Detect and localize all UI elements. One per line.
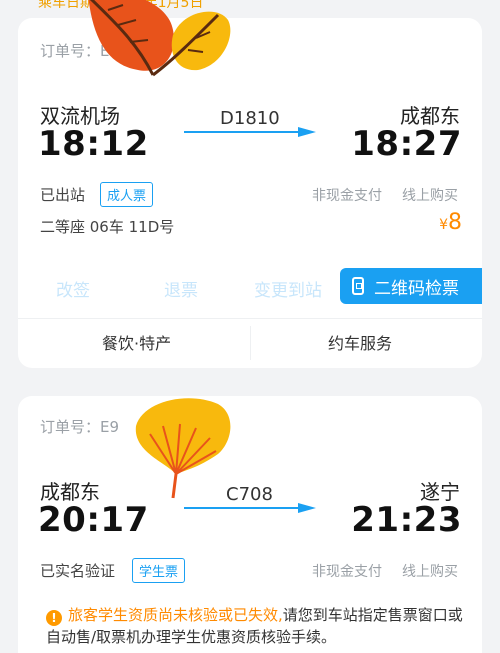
service-divider <box>18 318 482 319</box>
qr-checkin-button[interactable]: 二维码检票 <box>340 268 482 304</box>
ticket-type-badge: 成人票 <box>100 182 154 207</box>
departure-time: 18:12 <box>38 124 149 164</box>
route-arrow-icon <box>298 127 316 137</box>
ticket-type-badge: 学生票 <box>132 558 186 583</box>
train-number: D1810 <box>220 108 280 129</box>
purchase-channel: 线上购买 <box>402 564 458 580</box>
ticket-status: 已实名验证 <box>40 562 116 580</box>
departure-time: 20:17 <box>38 500 149 540</box>
refund-button[interactable]: 退票 <box>164 276 198 301</box>
ticket-card-2: 订单号：E9 成都东 20:17 C708 遂宁 21:23 已实名验证 学生票… <box>18 396 482 653</box>
autumn-leaves-sticker <box>88 0 231 77</box>
route-arrow-icon <box>298 503 316 513</box>
ginkgo-leaf-sticker <box>135 398 231 499</box>
route-arrow-line <box>184 131 300 133</box>
student-notice: ! 旅客学生资质尚未核验或已失效,请您到车站指定售票窗口或自动售/取票机办理学生优… <box>46 604 466 648</box>
route-arrow-line <box>184 507 300 509</box>
service-separator <box>250 326 251 360</box>
arrival-time: 21:23 <box>351 500 462 540</box>
arrival-time: 18:27 <box>351 124 462 164</box>
qr-checkin-label: 二维码检票 <box>374 278 459 299</box>
payment-method: 非现金支付 <box>312 564 382 580</box>
currency-symbol: ¥ <box>439 217 448 233</box>
phone-qr-icon <box>352 277 364 295</box>
ticket-price: ¥8 <box>439 210 462 235</box>
notice-highlight: 旅客学生资质尚未核验或已失效, <box>68 606 283 624</box>
price-value: 8 <box>448 210 462 235</box>
food-service-link[interactable]: 餐饮·特产 <box>102 330 171 354</box>
purchase-channel: 线上购买 <box>402 188 458 204</box>
change-station-button[interactable]: 变更到站 <box>254 276 322 301</box>
ticket-status: 已出站 <box>40 186 86 204</box>
warning-icon: ! <box>46 610 62 626</box>
payment-method: 非现金支付 <box>312 188 382 204</box>
car-service-link[interactable]: 约车服务 <box>328 330 392 354</box>
order-number: 订单号：E9 <box>40 418 120 436</box>
change-ticket-button[interactable]: 改签 <box>56 276 90 301</box>
seat-info: 二等座 06车 11D号 <box>40 218 175 236</box>
travel-date-strip: 乘车日期：2022年1月5日 <box>0 0 500 8</box>
